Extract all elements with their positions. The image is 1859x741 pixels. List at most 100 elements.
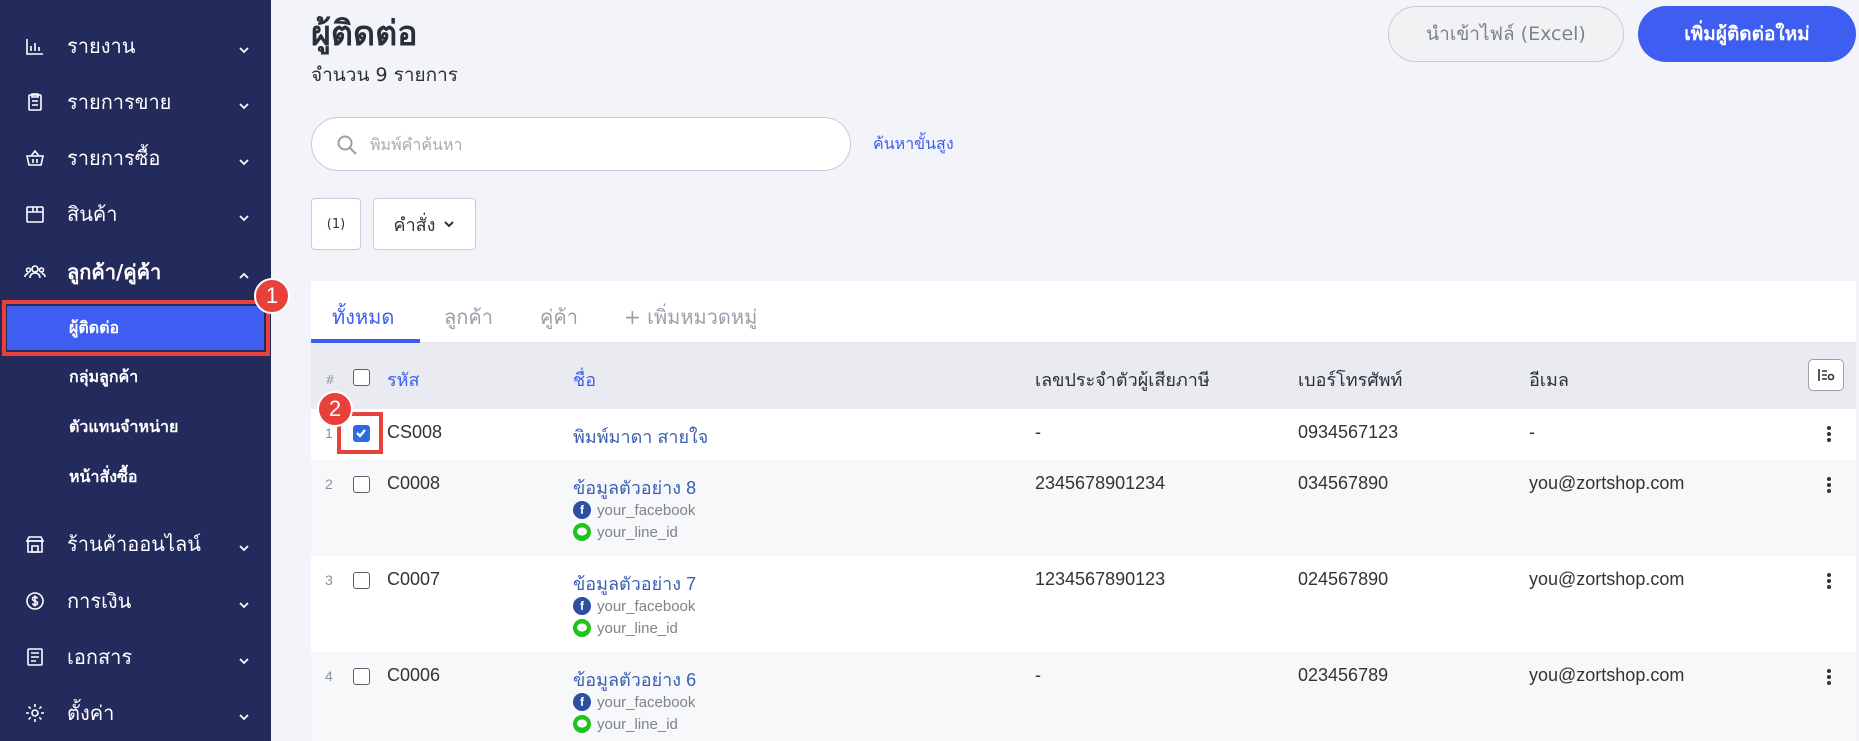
sidebar-item-products[interactable]: สินค้า <box>0 189 271 239</box>
tab-add-category[interactable]: + เพิ่มหมวดหมู่ <box>624 301 757 333</box>
table-row[interactable]: 4 C0006 ข้อมูลตัวอย่าง 6 f your_facebook… <box>311 652 1856 741</box>
contact-email: you@zortshop.com <box>1529 473 1685 493</box>
chevron-down-icon <box>238 708 250 721</box>
sidebar-item-label: ร้านค้าออนไลน์ <box>67 532 201 556</box>
chevron-down-icon <box>238 539 250 552</box>
box-icon <box>23 202 47 226</box>
chevron-down-icon <box>238 596 250 609</box>
add-contact-button[interactable]: เพิ่มผู้ติดต่อใหม่ <box>1638 6 1856 62</box>
row-checkbox[interactable] <box>353 572 370 589</box>
sidebar-item-label: ลูกค้า/คู่ค้า <box>67 260 162 284</box>
selected-count-button[interactable]: (1) <box>311 198 361 250</box>
clipboard-icon <box>23 90 47 114</box>
chevron-down-icon <box>238 41 250 54</box>
chevron-down-icon <box>444 221 455 228</box>
search-input[interactable] <box>370 128 830 160</box>
search-box <box>311 117 851 171</box>
column-settings-icon <box>1818 369 1835 381</box>
contact-tax-id: 1234567890123 <box>1035 569 1166 589</box>
facebook-contact: f your_facebook <box>573 597 695 615</box>
sidebar-subitem-order-page[interactable]: หน้าสั่งซื้อ <box>0 455 271 499</box>
line-icon <box>573 715 591 733</box>
sidebar: รายงาน รายการขาย รายการซื้อ สินค้า ลูกค้… <box>0 0 271 741</box>
row-number: 4 <box>325 668 333 684</box>
contact-name-link[interactable]: พิมพ์มาดา สายใจ <box>573 422 708 451</box>
table-row[interactable]: 2 C0008 ข้อมูลตัวอย่าง 8 f your_facebook… <box>311 460 1856 556</box>
sidebar-item-label: สินค้า <box>67 202 118 226</box>
command-dropdown[interactable]: คำสั่ง <box>373 198 476 250</box>
contact-name-link[interactable]: ข้อมูลตัวอย่าง 7 <box>573 569 696 598</box>
column-header-name[interactable]: ชื่อ <box>573 365 596 394</box>
sidebar-subitem-customer-groups[interactable]: กลุ่มลูกค้า <box>0 355 271 399</box>
sidebar-item-documents[interactable]: เอกสาร <box>0 632 271 682</box>
facebook-handle: your_facebook <box>597 501 696 519</box>
gear-icon <box>23 701 47 725</box>
page-title: ผู้ติดต่อ <box>311 14 418 54</box>
sidebar-item-settings[interactable]: ตั้งค่า <box>0 688 271 738</box>
line-handle: your_line_id <box>597 715 678 733</box>
facebook-handle: your_facebook <box>597 597 696 615</box>
row-checkbox[interactable] <box>353 476 370 493</box>
row-more-icon[interactable] <box>1827 426 1831 442</box>
table-row[interactable]: 1 CS008 พิมพ์มาดา สายใจ - 0934567123 - <box>311 409 1856 460</box>
sidebar-item-finance[interactable]: การเงิน <box>0 576 271 626</box>
chevron-down-icon <box>238 209 250 222</box>
table-row[interactable]: 3 C0007 ข้อมูลตัวอย่าง 7 f your_facebook… <box>311 556 1856 652</box>
sidebar-subitem-dealers[interactable]: ตัวแทนจำหน่าย <box>0 405 271 449</box>
contact-code: C0007 <box>387 569 441 589</box>
advanced-search-link[interactable]: ค้นหาขั้นสูง <box>873 132 954 157</box>
row-number: 2 <box>325 476 333 492</box>
contact-email: - <box>1529 422 1535 442</box>
sidebar-item-reports[interactable]: รายงาน <box>0 21 271 71</box>
column-header-email: อีเมล <box>1529 370 1569 391</box>
row-more-icon[interactable] <box>1827 573 1831 589</box>
sidebar-item-label: รายการขาย <box>67 90 172 114</box>
sidebar-item-label: รายงาน <box>67 34 136 58</box>
tab-customers[interactable]: ลูกค้า <box>444 301 493 333</box>
row-more-icon[interactable] <box>1827 477 1831 493</box>
import-excel-button[interactable]: นำเข้าไฟล์ (Excel) <box>1388 6 1624 62</box>
select-all-checkbox[interactable] <box>353 369 370 386</box>
facebook-icon: f <box>573 501 591 519</box>
sidebar-subitem-label: หน้าสั่งซื้อ <box>69 466 138 486</box>
contact-phone: 0934567123 <box>1298 422 1399 442</box>
bar-chart-icon <box>23 34 47 58</box>
row-more-icon[interactable] <box>1827 669 1831 685</box>
sidebar-item-purchases[interactable]: รายการซื้อ <box>0 133 271 183</box>
facebook-contact: f your_facebook <box>573 501 695 519</box>
facebook-contact: f your_facebook <box>573 693 695 711</box>
sidebar-item-sales[interactable]: รายการขาย <box>0 77 271 127</box>
contact-code: CS008 <box>387 422 443 442</box>
sidebar-item-online-store[interactable]: ร้านค้าออนไลน์ <box>0 519 271 569</box>
contact-code: C0006 <box>387 665 441 685</box>
line-contact: your_line_id <box>573 619 678 637</box>
contact-name-link[interactable]: ข้อมูลตัวอย่าง 8 <box>573 473 696 502</box>
tab-bar: ทั้งหมด ลูกค้า คู่ค้า + เพิ่มหมวดหมู่ <box>311 281 1856 343</box>
facebook-icon: f <box>573 693 591 711</box>
line-handle: your_line_id <box>597 523 678 541</box>
contact-tax-id: - <box>1035 665 1041 685</box>
annotation-badge-2: 2 <box>317 391 353 427</box>
tab-all[interactable]: ทั้งหมด <box>332 301 394 333</box>
row-checkbox[interactable] <box>353 668 370 685</box>
sidebar-item-label: เอกสาร <box>67 645 133 669</box>
chevron-down-icon <box>238 153 250 166</box>
annotation-highlight-1 <box>2 300 270 356</box>
basket-icon <box>23 146 47 170</box>
sidebar-item-contacts[interactable]: ลูกค้า/คู่ค้า <box>0 247 271 297</box>
command-label: คำสั่ง <box>393 214 436 236</box>
line-contact: your_line_id <box>573 715 678 733</box>
chevron-down-icon <box>238 652 250 665</box>
annotation-badge-1: 1 <box>254 278 290 314</box>
column-settings-button[interactable] <box>1808 359 1844 391</box>
contact-name-link[interactable]: ข้อมูลตัวอย่าง 6 <box>573 665 696 694</box>
row-number: 3 <box>325 572 333 588</box>
tab-suppliers[interactable]: คู่ค้า <box>540 301 578 333</box>
column-header-number: # <box>325 373 336 387</box>
chevron-up-icon <box>238 267 250 279</box>
store-icon <box>23 532 47 556</box>
sidebar-item-label: ตั้งค่า <box>67 701 115 725</box>
column-header-code[interactable]: รหัส <box>387 365 420 394</box>
row-number: 1 <box>325 425 333 441</box>
contact-phone: 024567890 <box>1298 569 1389 589</box>
